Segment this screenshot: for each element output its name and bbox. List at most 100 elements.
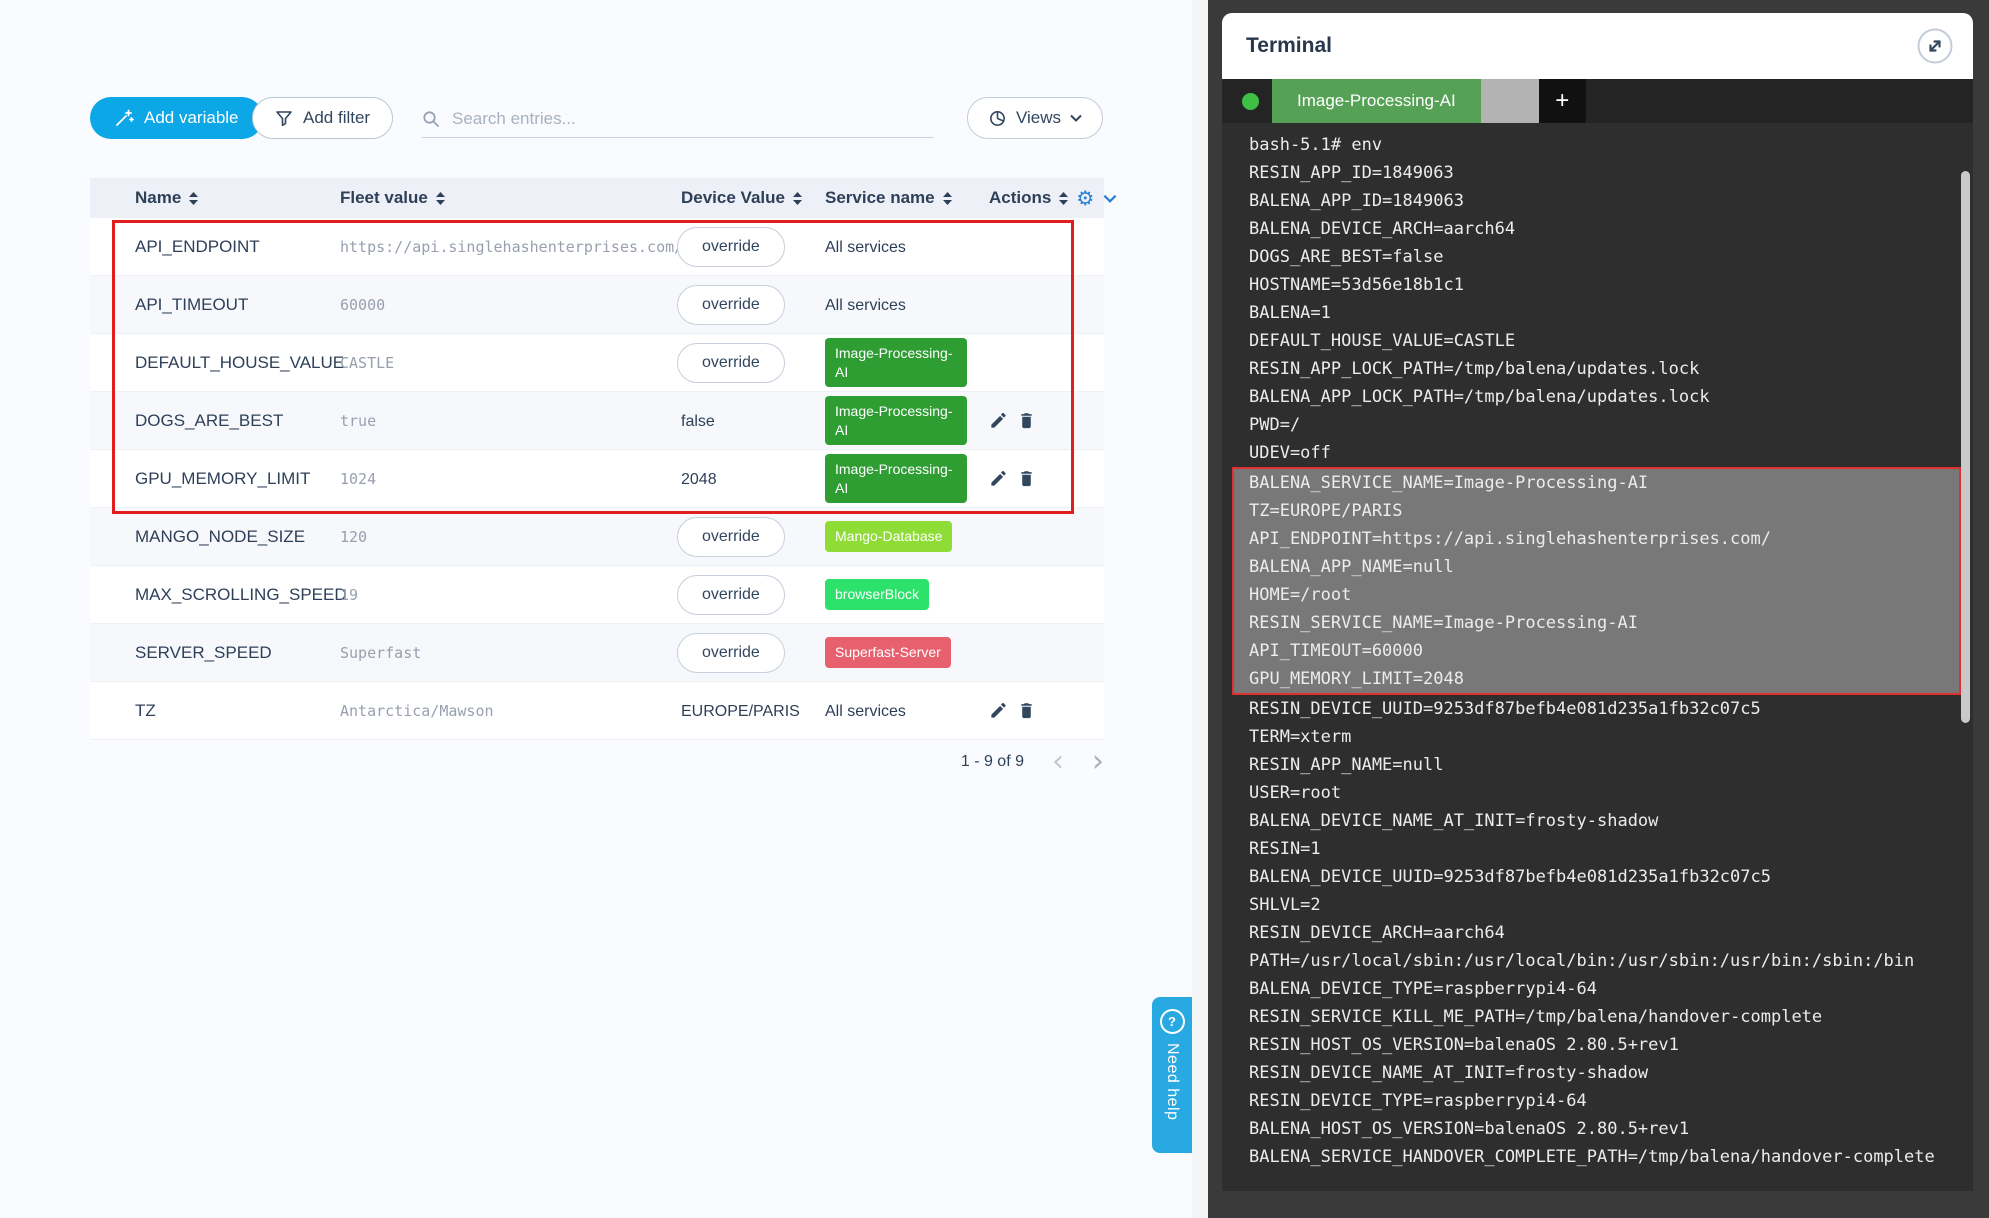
row-device-value: EUROPE/PARIS — [681, 703, 800, 720]
search-icon — [422, 110, 440, 128]
row-device-value: 2048 — [681, 471, 717, 488]
search-input[interactable] — [450, 108, 934, 130]
row-name: SERVER_SPEED — [135, 643, 340, 663]
row-service-cell: Mango-Database — [825, 521, 989, 551]
terminal-line: DOGS_ARE_BEST=false — [1222, 243, 1973, 271]
row-service-name: All services — [825, 239, 906, 256]
pagination-range: 1 - 9 of 9 — [961, 753, 1024, 771]
override-button[interactable]: override — [677, 575, 785, 615]
column-label: Service name — [825, 188, 935, 208]
pagination: 1 - 9 of 9 ‹ › — [90, 752, 1108, 772]
terminal-tab-label: Image-Processing-AI — [1297, 91, 1456, 111]
highlighted-env-block: BALENA_SERVICE_NAME=Image-Processing-AIT… — [1232, 467, 1961, 695]
sort-icon[interactable] — [942, 191, 953, 206]
service-badge: Image-Processing-AI — [825, 396, 967, 444]
table-row: MANGO_NODE_SIZE120overrideMango-Database — [90, 508, 1104, 566]
terminal-line: BALENA=1 — [1222, 299, 1973, 327]
row-fleet-value: 1024 — [340, 470, 681, 488]
chevron-down-icon — [1070, 114, 1082, 122]
terminal-line: RESIN_APP_NAME=null — [1222, 751, 1973, 779]
gear-icon[interactable]: ⚙ — [1076, 188, 1094, 208]
column-header-name[interactable]: Name — [135, 188, 340, 208]
table-row: DOGS_ARE_BESTtruefalse Image-Processing-A… — [90, 392, 1104, 450]
row-name: GPU_MEMORY_LIMIT — [135, 469, 340, 489]
row-service-cell: All services — [825, 237, 989, 257]
terminal-line: API_TIMEOUT=60000 — [1234, 637, 1959, 665]
terminal-line: RESIN_DEVICE_ARCH=aarch64 — [1222, 919, 1973, 947]
table-row: DEFAULT_HOUSE_VALUECASTLEoverrideImage-P… — [90, 334, 1104, 392]
sort-icon[interactable] — [188, 191, 199, 206]
override-button[interactable]: override — [677, 633, 785, 673]
table-row: API_TIMEOUT60000overrideAll services — [90, 276, 1104, 334]
expand-terminal-button[interactable] — [1915, 26, 1955, 66]
scrollbar-thumb[interactable] — [1961, 171, 1970, 723]
row-name: DOGS_ARE_BEST — [135, 411, 340, 431]
views-icon — [988, 109, 1007, 128]
delete-icon[interactable] — [1017, 701, 1036, 720]
row-device-value-cell: 2048 — [681, 469, 825, 489]
variables-table: Name Fleet value Device Value Service na… — [90, 178, 1104, 740]
override-button[interactable]: override — [677, 285, 785, 325]
panel-divider — [1192, 0, 1208, 1218]
row-service-cell: Image-Processing-AI — [825, 454, 989, 502]
edit-icon[interactable] — [989, 701, 1008, 720]
row-name: TZ — [135, 701, 340, 721]
table-row: TZAntarctica/MawsonEUROPE/PARISAll servi… — [90, 682, 1104, 740]
add-filter-label: Add filter — [303, 108, 370, 128]
edit-icon[interactable] — [989, 469, 1008, 488]
delete-icon[interactable] — [1017, 411, 1036, 430]
terminal-tab-bar: Image-Processing-AI + — [1222, 79, 1973, 123]
terminal-line: RESIN_DEVICE_TYPE=raspberrypi4-64 — [1222, 1087, 1973, 1115]
row-name: API_TIMEOUT — [135, 295, 340, 315]
row-device-value-cell: EUROPE/PARIS — [681, 701, 825, 721]
terminal-line: BALENA_DEVICE_NAME_AT_INIT=frosty-shadow — [1222, 807, 1973, 835]
delete-icon[interactable] — [1017, 469, 1036, 488]
terminal-line: BALENA_DEVICE_UUID=9253df87befb4e081d235… — [1222, 863, 1973, 891]
column-header-fleet-value[interactable]: Fleet value — [340, 188, 681, 208]
row-name: DEFAULT_HOUSE_VALUE — [135, 353, 340, 373]
row-fleet-value: Antarctica/Mawson — [340, 702, 681, 720]
add-variable-button[interactable]: Add variable — [90, 97, 263, 139]
service-badge: Image-Processing-AI — [825, 338, 967, 386]
search-box — [422, 101, 934, 138]
override-button[interactable]: override — [677, 343, 785, 383]
row-actions — [989, 411, 1104, 430]
row-device-value-cell: override — [681, 517, 825, 557]
need-help-label: Need help — [1163, 1043, 1181, 1120]
pagination-next-button[interactable]: › — [1092, 752, 1104, 772]
filter-icon — [275, 109, 293, 127]
sort-icon[interactable] — [1058, 191, 1069, 206]
add-filter-button[interactable]: Add filter — [252, 97, 393, 139]
terminal-line: BALENA_SERVICE_HANDOVER_COMPLETE_PATH=/t… — [1222, 1143, 1973, 1171]
terminal-line: USER=root — [1222, 779, 1973, 807]
row-service-cell: browserBlock — [825, 579, 989, 609]
terminal-tab[interactable]: Image-Processing-AI — [1272, 79, 1481, 123]
sort-icon[interactable] — [435, 191, 446, 206]
terminal-line: HOME=/root — [1234, 581, 1959, 609]
column-label: Name — [135, 188, 181, 208]
terminal-line: BALENA_SERVICE_NAME=Image-Processing-AI — [1234, 469, 1959, 497]
row-service-name: All services — [825, 297, 906, 314]
row-device-value-cell: override — [681, 575, 825, 615]
edit-icon[interactable] — [989, 411, 1008, 430]
column-header-actions[interactable]: Actions ⚙ — [989, 188, 1125, 208]
new-tab-button[interactable]: + — [1539, 79, 1586, 123]
terminal-line: API_ENDPOINT=https://api.singlehashenter… — [1234, 525, 1959, 553]
terminal-output[interactable]: bash-5.1# envRESIN_APP_ID=1849063BALENA_… — [1222, 123, 1973, 1191]
row-device-value: false — [681, 413, 715, 430]
chevron-down-icon[interactable] — [1103, 194, 1117, 203]
override-button[interactable]: override — [677, 227, 785, 267]
terminal-line: BALENA_HOST_OS_VERSION=balenaOS 2.80.5+r… — [1222, 1115, 1973, 1143]
terminal-line: GPU_MEMORY_LIMIT=2048 — [1234, 665, 1959, 693]
sort-icon[interactable] — [792, 191, 803, 206]
row-fleet-value: 19 — [340, 586, 681, 604]
views-button[interactable]: Views — [967, 97, 1103, 139]
column-header-device-value[interactable]: Device Value — [681, 188, 825, 208]
column-label: Device Value — [681, 188, 785, 208]
column-header-service-name[interactable]: Service name — [825, 188, 989, 208]
override-button[interactable]: override — [677, 517, 785, 557]
row-name: API_ENDPOINT — [135, 237, 340, 257]
need-help-tab[interactable]: ? Need help — [1152, 997, 1192, 1153]
row-fleet-value: true — [340, 412, 681, 430]
pagination-prev-button[interactable]: ‹ — [1052, 752, 1064, 772]
